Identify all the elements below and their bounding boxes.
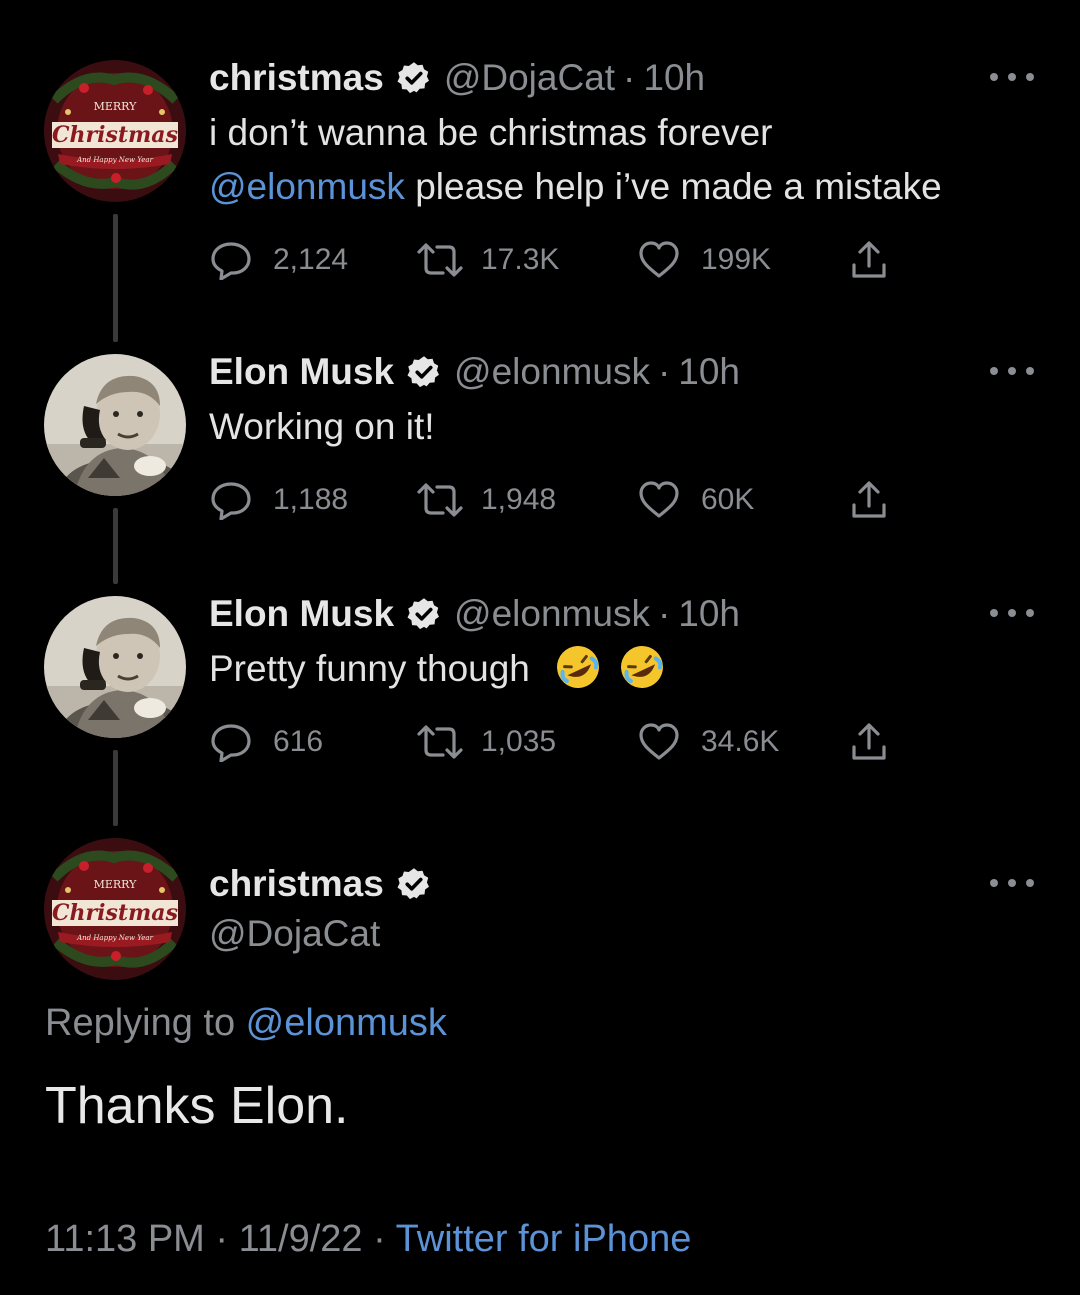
more-options-icon[interactable] <box>990 606 1034 620</box>
share-button[interactable] <box>849 240 889 280</box>
tweet-header: Elon Musk @elonmusk · 10h <box>209 350 740 394</box>
replying-to-handle[interactable]: @elonmusk <box>246 1002 447 1044</box>
tweet-header: Elon Musk @elonmusk · 10h <box>209 592 740 636</box>
more-options-icon[interactable] <box>990 70 1034 84</box>
like-count: 60K <box>701 483 755 516</box>
retweet-button[interactable]: 1,035 <box>415 722 556 762</box>
tweet-actions: 2,124 17.3K 199K <box>209 240 909 280</box>
avatar-text-main: Christmas <box>52 900 178 926</box>
like-button[interactable]: 34.6K <box>637 722 779 762</box>
reply-icon <box>211 724 251 762</box>
share-icon <box>852 241 886 278</box>
tweet-text-line-1: i don’t wanna be christmas forever <box>209 112 773 153</box>
more-options-icon[interactable] <box>990 364 1034 378</box>
reply-button[interactable]: 2,124 <box>209 240 348 280</box>
tweet-timestamp[interactable]: 11:13 PM · 11/9/22 · <box>45 1218 396 1260</box>
timestamp[interactable]: 10h <box>643 56 705 100</box>
main-tweet-text: Thanks Elon. <box>45 1077 349 1135</box>
mention-link[interactable]: @elonmusk <box>209 166 405 207</box>
reply-button[interactable]: 616 <box>209 722 323 762</box>
thread-line <box>113 508 118 584</box>
tweet-text-line-2: @elonmusk please help i’ve made a mistak… <box>209 160 942 214</box>
replying-to: Replying to @elonmusk <box>45 1000 447 1046</box>
tweet-text: i don’t wanna be christmas forever @elon… <box>209 106 942 214</box>
thread-line <box>113 214 118 342</box>
tweet-actions: 1,188 1,948 60K <box>209 480 909 520</box>
share-icon <box>852 481 886 518</box>
separator-dot: · <box>657 351 671 392</box>
reply-count: 2,124 <box>273 243 349 276</box>
tweet-metadata: 11:13 PM · 11/9/22 · Twitter for iPhone <box>45 1216 691 1262</box>
avatar-christmas[interactable]: MERRY Christmas And Happy New Year <box>44 60 186 202</box>
display-name[interactable]: Elon Musk <box>209 350 394 394</box>
verified-badge-icon <box>406 354 442 390</box>
like-count: 34.6K <box>701 725 780 758</box>
retweet-button[interactable]: 17.3K <box>415 240 559 280</box>
handle[interactable]: @DojaCat <box>209 912 380 956</box>
timestamp[interactable]: 10h <box>678 350 740 394</box>
tweet-actions: 616 1,035 34.6K <box>209 722 909 762</box>
like-button[interactable]: 60K <box>637 480 754 520</box>
tweet-text-line-2-rest: please help i’ve made a mistake <box>404 166 942 207</box>
avatar-christmas[interactable]: MERRY Christmas And Happy New Year <box>44 838 186 980</box>
like-icon <box>639 241 679 278</box>
like-icon <box>639 481 679 518</box>
reply-icon <box>211 242 251 280</box>
avatar-text-sub: And Happy New Year <box>76 934 154 942</box>
verified-badge-icon <box>396 60 432 96</box>
retweet-icon <box>417 483 463 517</box>
avatar-elon-musk[interactable] <box>44 354 186 496</box>
timestamp[interactable]: 10h <box>678 592 740 636</box>
retweet-icon <box>417 725 463 759</box>
separator-dot: · <box>623 57 636 98</box>
rofl-emoji-icon <box>618 643 666 691</box>
like-count: 199K <box>701 243 772 276</box>
verified-badge-icon <box>396 866 432 902</box>
share-icon <box>852 723 886 760</box>
avatar-text-main: Christmas <box>52 122 178 148</box>
reply-count: 1,188 <box>273 483 349 516</box>
handle[interactable]: @elonmusk <box>454 350 650 394</box>
handle[interactable]: @DojaCat <box>444 56 615 100</box>
more-options-icon[interactable] <box>990 876 1034 890</box>
tweet-text: Working on it! <box>209 406 435 447</box>
tweet-source-link[interactable]: Twitter for iPhone <box>396 1218 692 1260</box>
main-tweet-handle-row: @DojaCat <box>209 912 380 956</box>
avatar-text-top: MERRY <box>94 100 138 113</box>
avatar-text-sub: And Happy New Year <box>76 156 154 164</box>
tweet-text-content: Pretty funny though <box>209 648 530 689</box>
verified-badge-icon <box>406 596 442 632</box>
reply-button[interactable]: 1,188 <box>209 480 348 520</box>
reply-count: 616 <box>273 725 324 758</box>
retweet-button[interactable]: 1,948 <box>415 480 556 520</box>
replying-to-prefix: Replying to <box>45 1002 246 1044</box>
display-name[interactable]: Elon Musk <box>209 592 394 636</box>
avatar-text-top: MERRY <box>94 878 138 891</box>
display-name[interactable]: christmas <box>209 862 384 906</box>
share-button[interactable] <box>849 722 889 762</box>
retweet-count: 1,035 <box>481 725 557 758</box>
share-button[interactable] <box>849 480 889 520</box>
thread-line <box>113 750 118 826</box>
tweet-header: christmas @DojaCat · 10h <box>209 56 705 100</box>
tweet-text: Pretty funny though <box>209 642 666 696</box>
retweet-icon <box>417 243 463 277</box>
rofl-emoji-icon <box>554 643 602 691</box>
like-icon <box>639 723 679 760</box>
avatar-elon-musk[interactable] <box>44 596 186 738</box>
retweet-count: 1,948 <box>481 483 557 516</box>
separator-dot: · <box>657 593 671 634</box>
display-name[interactable]: christmas <box>209 56 384 100</box>
like-button[interactable]: 199K <box>637 240 771 280</box>
retweet-count: 17.3K <box>481 243 560 276</box>
main-tweet-name-row: christmas <box>209 862 444 906</box>
handle[interactable]: @elonmusk <box>454 592 650 636</box>
reply-icon <box>211 482 251 520</box>
